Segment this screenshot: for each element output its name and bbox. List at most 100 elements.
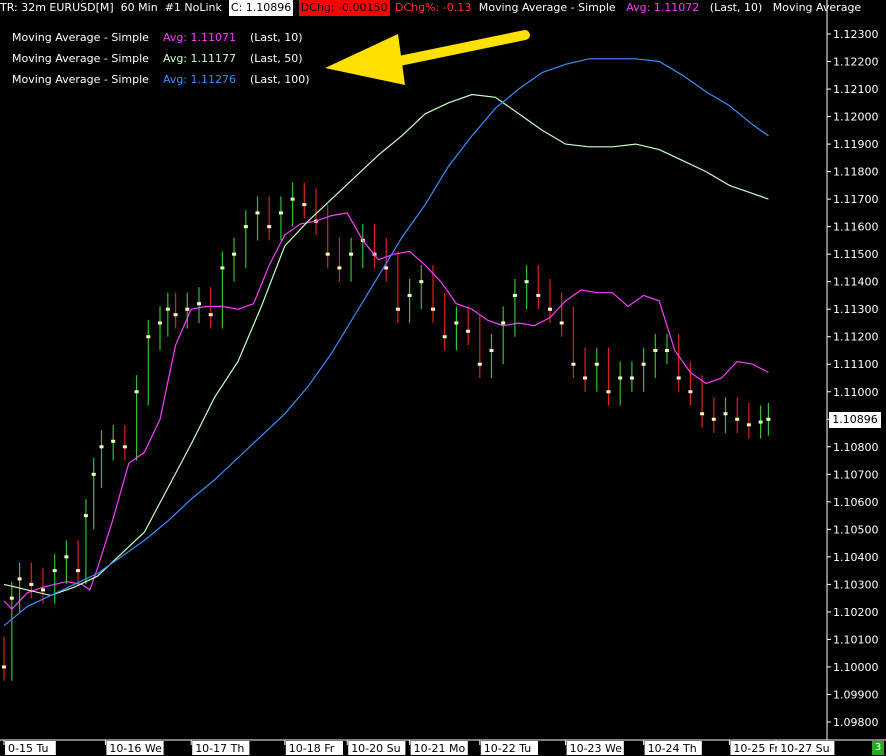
x-tick-label: 0-15 Tu (8, 742, 48, 755)
y-tick-label: 1.11300 (833, 303, 879, 316)
last-price-badge: 1.10896 (829, 412, 881, 428)
candle-close-marker (665, 348, 669, 352)
y-tick-label: 1.09900 (833, 688, 879, 701)
y-tick-label: 1.10600 (833, 496, 879, 509)
x-tick-label: 10-20 Su (351, 742, 400, 755)
y-tick-label: 1.11900 (833, 138, 879, 151)
y-tick-label: 1.12100 (833, 83, 879, 96)
candle-close-marker (723, 412, 728, 416)
candle-close-marker (337, 266, 342, 270)
page-number-badge[interactable]: 3 (872, 741, 884, 755)
y-tick-label: 1.11000 (833, 386, 879, 399)
y-tick-label: 1.10000 (833, 661, 879, 674)
candle-close-marker (758, 420, 763, 424)
candle-close-marker (158, 321, 162, 325)
candle-close-marker (255, 211, 260, 215)
candle-close-marker (688, 390, 693, 394)
moving-average-lines (3, 58, 769, 627)
candle-close-marker (134, 390, 139, 394)
x-tick-label: 10-23 We (570, 742, 623, 755)
candle-close-marker (559, 321, 564, 325)
candle-close-marker (41, 588, 45, 592)
ma-line (3, 93, 769, 597)
candle-close-marker (64, 555, 69, 559)
candle-close-marker (711, 417, 716, 421)
x-tick-label: 10-16 We (109, 742, 162, 755)
candle-close-marker (267, 225, 272, 229)
y-tick-label: 1.12000 (833, 111, 879, 124)
candle-close-marker (83, 514, 88, 518)
ma-line (3, 58, 769, 627)
candle-close-marker (208, 313, 213, 317)
candle-close-marker (349, 252, 354, 256)
candle-close-marker (466, 329, 471, 333)
candle-close-marker (197, 302, 201, 306)
y-tick-label: 1.10700 (833, 468, 879, 481)
candle-close-marker (290, 197, 295, 201)
candle-close-marker (122, 445, 127, 449)
x-tick-label: 10-24 Th (648, 742, 697, 755)
candle-close-marker (571, 362, 576, 366)
candle-close-marker (146, 335, 151, 339)
candle-close-marker (746, 423, 751, 427)
candle-close-marker (111, 439, 116, 443)
yellow-arrow-icon (325, 30, 530, 85)
y-tick-label: 1.11700 (833, 193, 879, 206)
candle-close-marker (454, 321, 459, 325)
candle-close-marker (442, 335, 447, 339)
candle-close-marker (512, 293, 517, 297)
candle-close-marker (185, 307, 190, 311)
candle-close-marker (524, 280, 529, 284)
y-tick-label: 1.10100 (833, 633, 879, 646)
y-tick-label: 1.11800 (833, 166, 879, 179)
x-tick-label: 10-17 Th (195, 742, 244, 755)
candle-close-marker (2, 665, 6, 669)
candle-close-marker (431, 307, 435, 311)
candle-close-marker (395, 307, 400, 311)
candle-close-marker (278, 211, 283, 215)
candle-close-marker (99, 445, 104, 449)
candle-close-marker (232, 252, 237, 256)
time-axis[interactable]: 0-15 Tu 10-16 We 10-17 Th 10-18 Fr 10-20 Su 1… (3, 740, 835, 755)
candle-close-marker (606, 390, 611, 394)
y-tick-label: 1.11400 (833, 276, 879, 289)
candle-close-marker (325, 252, 330, 256)
candle-close-marker (477, 362, 482, 366)
candle-close-marker (384, 266, 389, 270)
price-axis[interactable]: 1.12300 1.12200 1.12100 1.12000 1.11900 1.118… (827, 28, 879, 729)
candle-close-marker (220, 266, 225, 270)
candle-close-marker (165, 307, 170, 311)
x-tick-label: 10-25 Fr (733, 742, 779, 755)
y-tick-label: 1.10500 (833, 523, 879, 536)
candle-close-marker (548, 307, 552, 311)
y-tick-label: 1.11500 (833, 248, 879, 261)
candle-close-marker (9, 596, 14, 600)
candle-close-marker (407, 293, 412, 297)
candle-close-marker (501, 321, 506, 325)
candle-close-marker (91, 472, 96, 476)
candle-close-marker (618, 376, 623, 380)
x-tick-label: 10-22 Tu (484, 742, 531, 755)
candle-close-marker (766, 417, 771, 421)
candle-close-marker (489, 348, 494, 352)
y-tick-label: 1.09800 (833, 716, 879, 729)
price-chart[interactable]: 1.12300 1.12200 1.12100 1.12000 1.11900 1.118… (0, 0, 886, 756)
candle-close-marker (583, 376, 588, 380)
y-tick-label: 1.12200 (833, 56, 879, 69)
y-tick-label: 1.10300 (833, 578, 879, 591)
y-tick-label: 1.10800 (833, 441, 879, 454)
y-tick-label: 1.11200 (833, 331, 879, 344)
candle-close-marker (653, 348, 658, 352)
y-tick-label: 1.10200 (833, 606, 879, 619)
candle-close-marker (17, 577, 22, 581)
candle-close-marker (676, 376, 681, 380)
x-tick-label: 10-27 Su (780, 742, 829, 755)
x-tick-label: 10-18 Fr (289, 742, 335, 755)
candle-close-marker (641, 362, 646, 366)
y-tick-label: 1.10400 (833, 551, 879, 564)
candle-close-marker (302, 203, 307, 207)
candle-close-marker (243, 225, 248, 229)
y-tick-label: 1.11100 (833, 358, 879, 371)
y-tick-label: 1.12300 (833, 28, 879, 41)
candle-close-marker (52, 569, 57, 573)
